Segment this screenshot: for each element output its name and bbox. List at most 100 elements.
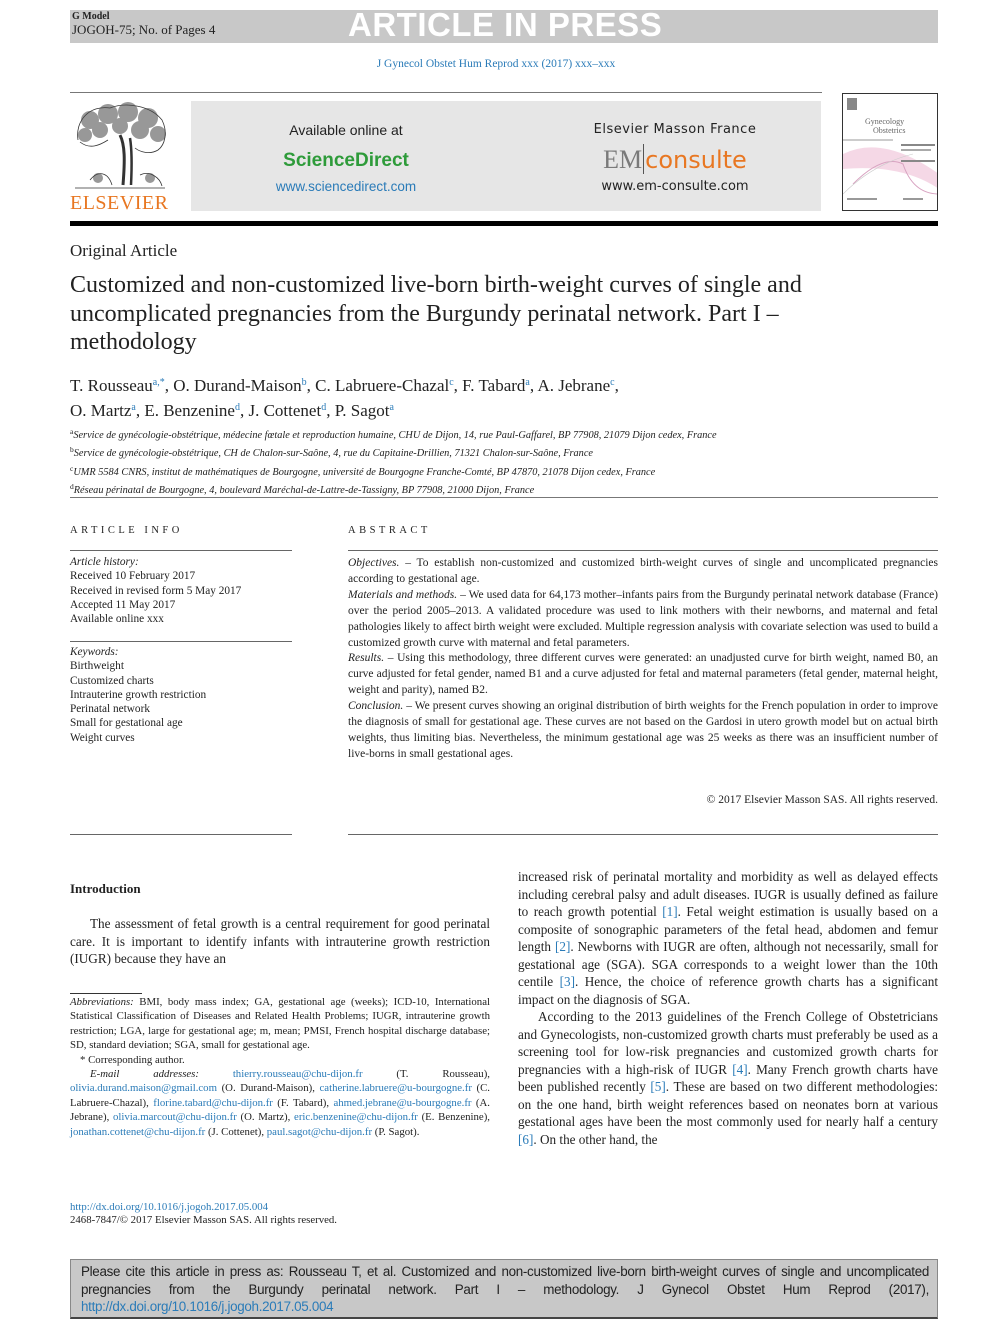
article-type: Original Article bbox=[70, 241, 178, 260]
email-owner: (F. Tabard), bbox=[272, 1096, 334, 1109]
author[interactable]: O. Durand-Maisonb bbox=[173, 376, 306, 395]
reference-link[interactable]: [6] bbox=[518, 1132, 533, 1147]
author-name: J. Cottenet bbox=[248, 401, 322, 420]
affiliation-text: Service de gynécologie-obstétrique, CH d… bbox=[73, 448, 593, 460]
email-link[interactable]: jonathan.cottenet@chu-dijon.fr bbox=[70, 1126, 205, 1138]
body-paragraph: increased risk of perinatal mortality an… bbox=[518, 868, 938, 1008]
article-history: Article history: Received 10 February 20… bbox=[70, 555, 292, 626]
abbreviations-label: Abbreviations: bbox=[70, 996, 134, 1008]
abstract-section: Results. – Using this methodology, three… bbox=[348, 651, 938, 699]
email-link[interactable]: ahmed.jebrane@u-bourgogne.fr bbox=[333, 1097, 471, 1109]
citation-body: Please cite this article in press as: Ro… bbox=[81, 1264, 929, 1297]
citation-text: Please cite this article in press as: Ro… bbox=[81, 1263, 929, 1316]
author[interactable]: A. Jebranec bbox=[537, 376, 614, 395]
email-owner: (T. Rousseau), bbox=[362, 1068, 490, 1081]
author[interactable]: C. Labruere-Chazalc bbox=[315, 376, 454, 395]
keyword[interactable]: Intrauterine growth restriction bbox=[70, 688, 292, 702]
affiliation: dRéseau périnatal de Bourgogne, 4, boule… bbox=[70, 480, 950, 498]
history-item: Available online xxx bbox=[70, 613, 164, 626]
email-link[interactable]: catherine.labruere@u-bourgogne.fr bbox=[319, 1082, 471, 1094]
email-link[interactable]: thierry.rousseau@chu-dijon.fr bbox=[233, 1068, 363, 1080]
section-heading-introduction: Introduction bbox=[70, 881, 141, 896]
affiliation-marker[interactable]: a bbox=[525, 377, 529, 388]
email-link[interactable]: florine.tabard@chu-dijon.fr bbox=[153, 1097, 273, 1109]
consulte-text: consulte bbox=[645, 146, 747, 174]
sciencedirect-link[interactable]: www.sciencedirect.com bbox=[191, 179, 501, 194]
keyword[interactable]: Customized charts bbox=[70, 674, 292, 688]
affiliation-marker[interactable]: d bbox=[321, 402, 326, 413]
footnotes: Abbreviations: BMI, body mass index; GA,… bbox=[70, 995, 490, 1139]
divider bbox=[70, 550, 292, 551]
cover-title-1: Gynecology bbox=[865, 117, 904, 126]
author-name: O. Durand-Maison bbox=[173, 376, 302, 395]
sciencedirect-logo[interactable]: ScienceDirect bbox=[191, 150, 501, 172]
email-addresses: E-mail addresses: thierry.rousseau@chu-d… bbox=[70, 1067, 490, 1139]
reference-link[interactable]: [1] bbox=[662, 904, 677, 919]
divider bbox=[70, 92, 822, 93]
abstract-section-text: – To establish non-customized and custom… bbox=[348, 557, 938, 585]
abstract-section-label: Results. bbox=[348, 652, 385, 665]
affiliation-text: UMR 5584 CNRS, institut de mathématiques… bbox=[73, 466, 656, 478]
email-link[interactable]: eric.benzenine@chu-dijon.fr bbox=[294, 1111, 418, 1123]
author-name: E. Benzenine bbox=[144, 401, 235, 420]
affiliation-marker[interactable]: d bbox=[235, 402, 240, 413]
abstract-body: Objectives. – To establish non-customize… bbox=[348, 556, 938, 763]
divider bbox=[348, 834, 938, 835]
journal-citation-line[interactable]: J Gynecol Obstet Hum Reprod xxx (2017) x… bbox=[0, 58, 992, 70]
author-name: O. Martz bbox=[70, 401, 132, 420]
divider bbox=[348, 550, 938, 551]
reference-link[interactable]: [3] bbox=[560, 974, 575, 989]
affiliation-marker[interactable]: a,* bbox=[153, 377, 165, 388]
email-label: E-mail addresses: bbox=[90, 1068, 233, 1081]
author[interactable]: O. Martza bbox=[70, 401, 136, 420]
author[interactable]: E. Benzenined bbox=[144, 401, 240, 420]
doi-link[interactable]: http://dx.doi.org/10.1016/j.jogoh.2017.0… bbox=[70, 1200, 268, 1214]
abstract-section: Objectives. – To establish non-customize… bbox=[348, 556, 938, 588]
affiliation-marker[interactable]: a bbox=[389, 402, 393, 413]
email-link[interactable]: paul.sagot@chu-dijon.fr bbox=[267, 1126, 372, 1138]
email-owner: (O. Durand-Maison), bbox=[216, 1082, 320, 1095]
affiliation-marker[interactable]: c bbox=[610, 377, 614, 388]
gmodel-label: G Model bbox=[72, 11, 110, 22]
affiliation-marker[interactable]: c bbox=[449, 377, 453, 388]
issn-copyright: 2468-7847/© 2017 Elsevier Masson SAS. Al… bbox=[70, 1214, 338, 1226]
keyword[interactable]: Birthweight bbox=[70, 659, 292, 673]
author[interactable]: J. Cottenetd bbox=[248, 401, 326, 420]
elsevier-tree-icon bbox=[75, 102, 166, 189]
history-label: Article history: bbox=[70, 556, 139, 568]
reference-link[interactable]: [4] bbox=[732, 1062, 747, 1077]
author[interactable]: P. Sagota bbox=[335, 401, 394, 420]
email-link[interactable]: olivia.durand.maison@gmail.com bbox=[70, 1082, 217, 1094]
em-consulte-logo[interactable]: EM consulte bbox=[520, 144, 830, 175]
article-in-press-title: ARTICLE IN PRESS bbox=[348, 6, 663, 43]
elsevier-masson-label: Elsevier Masson France bbox=[593, 122, 757, 137]
email-link[interactable]: olivia.marcout@chu-dijon.fr bbox=[113, 1111, 237, 1123]
author-name: F. Tabard bbox=[462, 376, 526, 395]
affiliation-marker[interactable]: a bbox=[131, 402, 135, 413]
citation-doi-link[interactable]: http://dx.doi.org/10.1016/j.jogoh.2017.0… bbox=[81, 1299, 334, 1314]
body-column-2: increased risk of perinatal mortality an… bbox=[518, 868, 938, 1148]
affiliation-marker[interactable]: b bbox=[302, 377, 307, 388]
abstract-section-label: Conclusion. bbox=[348, 700, 404, 713]
em-consulte-link[interactable]: www.em-consulte.com bbox=[520, 179, 830, 194]
body-text: . On the other hand, the bbox=[533, 1131, 658, 1147]
reference-link[interactable]: [2] bbox=[555, 939, 570, 954]
history-item: Received 10 February 2017 bbox=[70, 570, 196, 583]
divider bbox=[70, 641, 292, 642]
keyword[interactable]: Perinatal network bbox=[70, 702, 292, 716]
journal-cover-thumbnail[interactable]: Gynecology Obstetrics bbox=[842, 93, 938, 211]
intro-paragraph: The assessment of fetal growth is a cent… bbox=[70, 916, 490, 966]
keyword[interactable]: Weight curves bbox=[70, 731, 292, 745]
affiliation-text: Réseau périnatal de Bourgogne, 4, boulev… bbox=[73, 485, 535, 497]
article-title: Customized and non-customized live-born … bbox=[70, 272, 802, 355]
author[interactable]: F. Tabarda bbox=[462, 376, 530, 395]
affiliation: aService de gynécologie-obstétrique, méd… bbox=[70, 425, 950, 443]
author-name: T. Rousseau bbox=[70, 376, 153, 395]
divider bbox=[70, 497, 938, 498]
author[interactable]: T. Rousseaua,* bbox=[70, 376, 165, 395]
email-owner: (O. Martz), bbox=[236, 1111, 295, 1124]
reference-link[interactable]: [5] bbox=[650, 1079, 665, 1094]
keyword[interactable]: Small for gestational age bbox=[70, 716, 292, 730]
author-name: A. Jebrane bbox=[537, 376, 611, 395]
header-rule bbox=[70, 221, 938, 226]
